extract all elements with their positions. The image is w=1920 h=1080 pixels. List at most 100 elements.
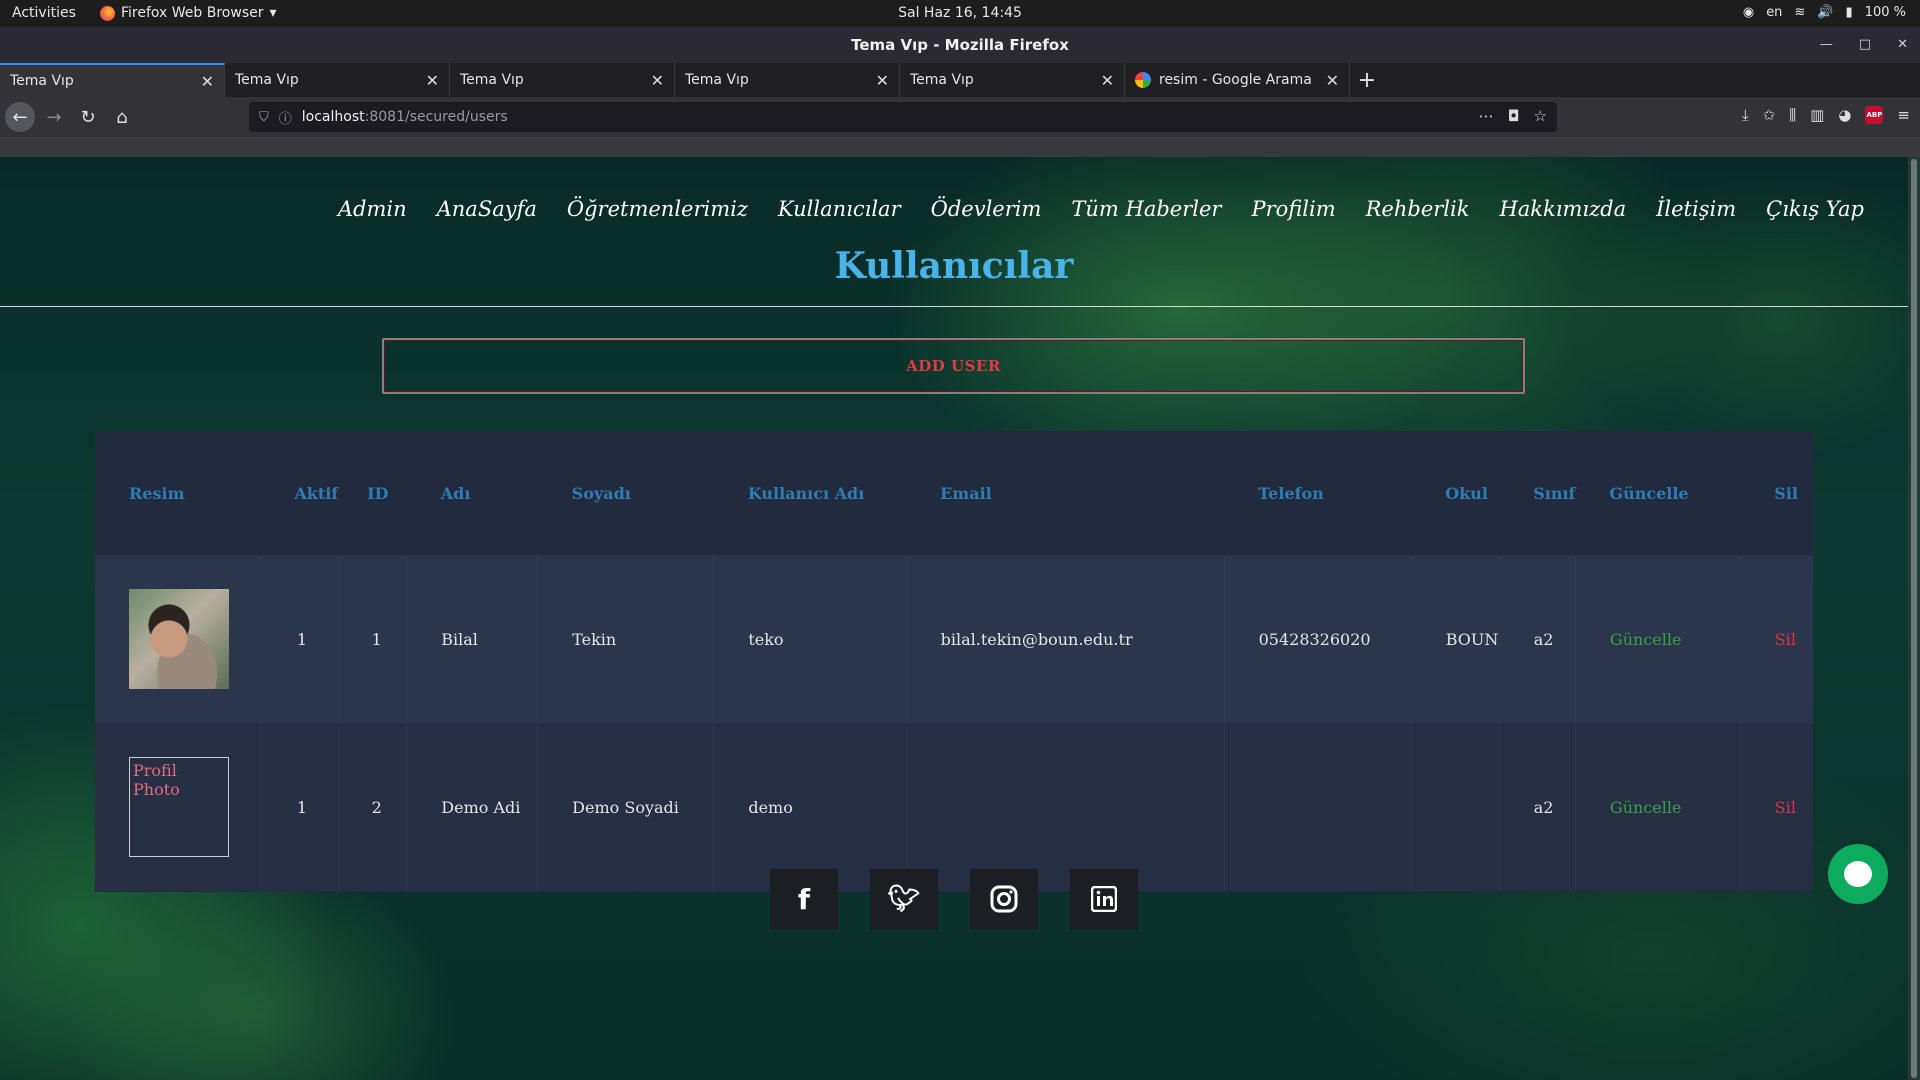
- reload-button[interactable]: ↻: [73, 102, 103, 132]
- browser-tab[interactable]: Tema Vıp ✕: [0, 63, 225, 97]
- tab-label: Tema Vıp: [460, 72, 524, 88]
- menu-item-iletisim[interactable]: İletişim: [1656, 197, 1736, 221]
- tab-label: Tema Vıp: [910, 72, 974, 88]
- battery-icon: ▮: [1845, 5, 1853, 20]
- column-header: Güncelle: [1609, 483, 1689, 503]
- page-actions-icon[interactable]: ⋯: [1479, 107, 1494, 125]
- browser-tab[interactable]: Tema Vıp ✕: [900, 63, 1125, 97]
- site-menu: Admin AnaSayfa Öğretmenlerimiz Kullanıcı…: [338, 197, 1864, 221]
- column-header: Sınıf: [1533, 483, 1576, 503]
- url-bar[interactable]: ⛉ ⓘ localhost:8081/secured/users ⋯ ◘ ☆: [249, 102, 1557, 132]
- menu-item-odevlerim[interactable]: Ödevlerim: [931, 197, 1042, 221]
- clock[interactable]: Sal Haz 16, 14:45: [0, 5, 1920, 21]
- column-header: Resim: [129, 483, 185, 503]
- column-header: Soyadı: [571, 483, 631, 503]
- cell-soyadi: Tekin: [537, 555, 714, 723]
- chat-bubble-icon: [1844, 861, 1872, 887]
- close-tab-icon[interactable]: ✕: [876, 71, 889, 90]
- browser-tab[interactable]: Tema Vıp ✕: [675, 63, 900, 97]
- menu-item-profilim[interactable]: Profilim: [1251, 197, 1335, 221]
- close-tab-icon[interactable]: ✕: [1101, 71, 1114, 90]
- update-link[interactable]: Güncelle: [1574, 723, 1741, 891]
- facebook-icon[interactable]: f: [770, 869, 838, 929]
- pocket-icon[interactable]: ◘: [1508, 107, 1520, 125]
- minimize-icon[interactable]: —: [1820, 27, 1833, 63]
- scrollbar-thumb[interactable]: [1911, 159, 1917, 1078]
- forward-button[interactable]: →: [39, 102, 69, 132]
- close-tab-icon[interactable]: ✕: [1326, 71, 1339, 90]
- tab-label: Tema Vıp: [685, 72, 749, 88]
- new-tab-button[interactable]: +: [1350, 63, 1384, 97]
- web-page: Admin AnaSayfa Öğretmenlerimiz Kullanıcı…: [0, 157, 1908, 1080]
- menu-item-cikis-yap[interactable]: Çıkış Yap: [1766, 197, 1864, 221]
- close-tab-icon[interactable]: ✕: [201, 72, 214, 91]
- system-top-bar: Activities Firefox Web Browser ▾ Sal Haz…: [0, 0, 1920, 27]
- navigation-toolbar: ← → ↻ ⌂ ⛉ ⓘ localhost:8081/secured/users…: [0, 97, 1920, 137]
- sidebar-icon[interactable]: ▥: [1810, 106, 1824, 124]
- adblock-icon[interactable]: ABP: [1865, 106, 1884, 124]
- language-indicator[interactable]: en: [1766, 5, 1782, 20]
- instagram-icon[interactable]: [970, 869, 1038, 929]
- menu-item-admin[interactable]: Admin: [338, 197, 407, 221]
- bookmark-star-icon[interactable]: ☆: [1534, 107, 1547, 125]
- accessibility-icon: ◉: [1742, 5, 1755, 20]
- column-header: Kullanıcı Adı: [747, 483, 865, 503]
- bookmarks-icon[interactable]: ✩: [1763, 106, 1776, 124]
- shield-icon[interactable]: ⛉: [259, 110, 269, 125]
- social-links: f 🐦︎: [770, 869, 1138, 929]
- profile-photo-placeholder: Profil Photo: [129, 757, 229, 857]
- back-button[interactable]: ←: [5, 102, 35, 132]
- linkedin-icon[interactable]: [1070, 869, 1138, 929]
- library-icon[interactable]: ⫼: [1789, 106, 1796, 124]
- close-tab-icon[interactable]: ✕: [426, 71, 439, 90]
- column-header: Aktif: [294, 483, 339, 503]
- page-title: Kullanıcılar: [834, 245, 1074, 287]
- info-icon[interactable]: ⓘ: [279, 108, 292, 127]
- chat-widget-button[interactable]: [1828, 844, 1888, 904]
- download-icon[interactable]: ⤓: [1742, 106, 1749, 124]
- browser-tab[interactable]: Tema Vıp ✕: [225, 63, 450, 97]
- close-tab-icon[interactable]: ✕: [651, 71, 664, 90]
- system-tray[interactable]: ◉ en ≋ 🔊 ▮ 100 %: [1743, 5, 1906, 20]
- browser-tab[interactable]: resim - Google Arama ✕: [1125, 63, 1350, 97]
- hamburger-menu-icon[interactable]: ≡: [1897, 106, 1910, 124]
- menu-item-tum-haberler[interactable]: Tüm Haberler: [1071, 197, 1221, 221]
- window-title-bar: Tema Vıp - Mozilla Firefox — □ ✕: [0, 27, 1920, 63]
- google-icon: [1135, 72, 1151, 88]
- menu-item-anasayfa[interactable]: AnaSayfa: [437, 197, 537, 221]
- twitter-icon[interactable]: 🐦︎: [870, 869, 938, 929]
- close-window-icon[interactable]: ✕: [1897, 27, 1908, 63]
- url-path: :8081/secured/users: [364, 109, 508, 125]
- delete-link[interactable]: Sil: [1739, 555, 1813, 723]
- menu-item-hakkimizda[interactable]: Hakkımızda: [1499, 197, 1626, 221]
- cell-soyadi: Demo Soyadi: [537, 723, 714, 891]
- delete-link[interactable]: Sil: [1739, 723, 1813, 891]
- cell-email: [905, 723, 1225, 891]
- cell-kullanici-adi: demo: [713, 723, 907, 891]
- battery-level: 100 %: [1864, 5, 1906, 20]
- maximize-icon[interactable]: □: [1859, 27, 1871, 63]
- cell-id: 2: [337, 723, 407, 891]
- add-user-button[interactable]: ADD USER: [382, 338, 1525, 394]
- page-scrollbar[interactable]: [1908, 157, 1920, 1080]
- cell-aktif: 1: [259, 555, 339, 723]
- menu-item-kullanicilar[interactable]: Kullanıcılar: [778, 197, 901, 221]
- menu-item-ogretmenlerimiz[interactable]: Öğretmenlerimiz: [567, 197, 748, 221]
- browser-tab[interactable]: Tema Vıp ✕: [450, 63, 675, 97]
- tab-label: Tema Vıp: [10, 73, 74, 89]
- cell-okul: BOUN: [1410, 555, 1500, 723]
- wifi-icon: ≋: [1794, 5, 1806, 20]
- user-photo: [129, 589, 229, 689]
- update-link[interactable]: Güncelle: [1574, 555, 1741, 723]
- table-row: Profil Photo 1 2 Demo Adi Demo Soyadi de…: [95, 723, 1813, 891]
- column-header: Sil: [1774, 483, 1798, 503]
- cell-telefon: 05428326020: [1223, 555, 1412, 723]
- account-icon[interactable]: ◕: [1838, 106, 1851, 124]
- menu-item-rehberlik[interactable]: Rehberlik: [1366, 197, 1470, 221]
- cell-id: 1: [337, 555, 407, 723]
- cell-kullanici-adi: teko: [713, 555, 907, 723]
- table-header-row: Resim Aktif ID Adı Soyadı Kullanıcı Adı …: [95, 431, 1813, 555]
- add-user-label: ADD USER: [906, 357, 1001, 375]
- cell-okul: [1410, 723, 1500, 891]
- home-button[interactable]: ⌂: [107, 102, 137, 132]
